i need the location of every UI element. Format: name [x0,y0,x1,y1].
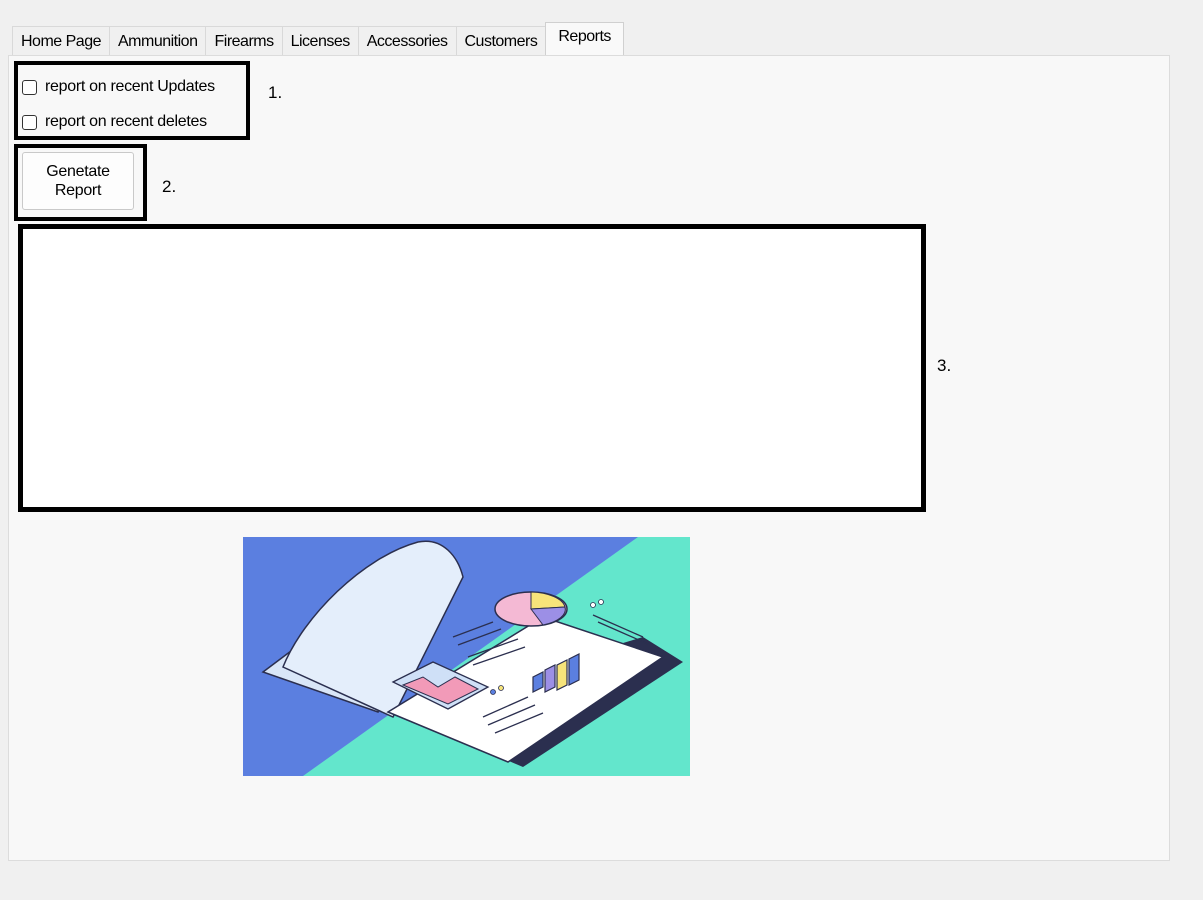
recent-updates-label[interactable]: report on recent Updates [45,78,215,96]
page-dot-4 [598,599,604,605]
generate-report-button-line2: Report [54,182,102,199]
tab-home-page[interactable]: Home Page [12,26,110,55]
tab-firearms[interactable]: Firearms [205,26,283,55]
annotation-number-2: 2. [162,177,177,196]
generate-report-button-line1: Genetate [46,163,110,180]
annotation-number-3: 3. [937,356,952,375]
recent-deletes-checkbox[interactable] [22,114,37,130]
recent-deletes-label[interactable]: report on recent deletes [45,113,207,131]
annotation-number-1: 1. [268,83,283,102]
page-dot-1 [490,689,496,695]
report-output-area[interactable] [18,224,926,512]
tab-licenses[interactable]: Licenses [281,26,359,55]
tab-ammunition[interactable]: Ammunition [109,26,207,55]
page-dot-2 [498,685,504,691]
recent-updates-option[interactable]: report on recent Updates [22,78,215,96]
tab-customers[interactable]: Customers [455,26,547,55]
recent-deletes-option[interactable]: report on recent deletes [22,113,207,131]
tab-reports[interactable]: Reports [545,22,624,55]
report-illustration [243,537,690,776]
generate-report-button[interactable]: Genetate Report [22,152,134,210]
recent-updates-checkbox[interactable] [22,79,37,95]
tab-strip: Home Page Ammunition Firearms Licenses A… [12,22,624,55]
page-dot-3 [590,602,596,608]
tab-accessories[interactable]: Accessories [357,26,457,55]
